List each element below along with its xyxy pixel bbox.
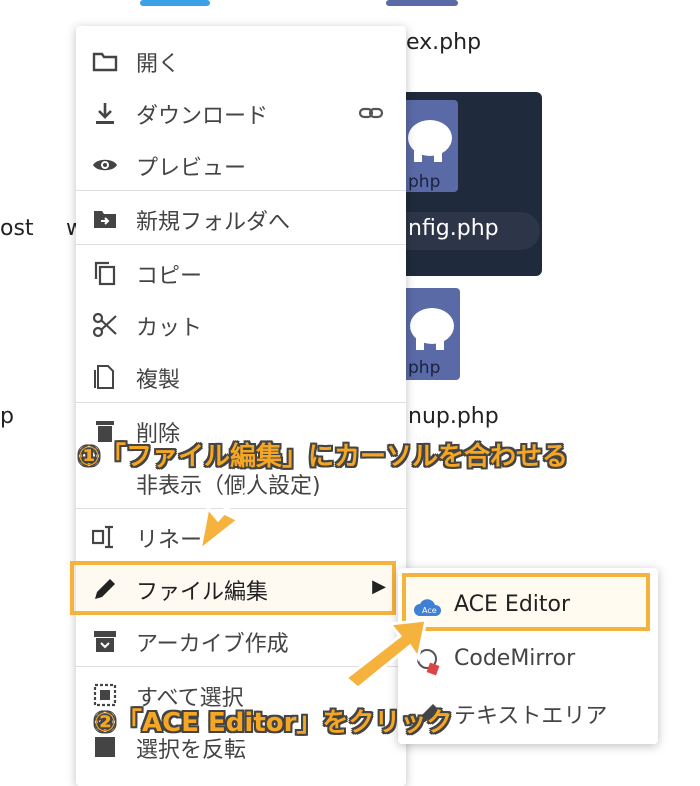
menu-item-duplicate[interactable]: 複製 <box>76 350 406 402</box>
file-thumbnail[interactable] <box>140 0 210 6</box>
archive-icon <box>92 628 118 654</box>
file-name[interactable]: nup.php <box>408 404 499 429</box>
menu-item-label: ファイル編集 <box>136 580 269 605</box>
menu-item-cut[interactable]: カット <box>76 298 406 350</box>
menu-item-label: 開く <box>136 52 181 77</box>
menu-item-label: 複製 <box>136 368 181 393</box>
menu-item-label: アーカイブ作成 <box>136 632 289 657</box>
file-name[interactable]: ost <box>0 216 34 241</box>
annotation-step-1: ①「ファイル編集」にカーソルを合わせる <box>78 442 569 472</box>
annotation-arrow-2 <box>343 618 428 690</box>
duplicate-icon <box>92 364 118 390</box>
file-ext-label: php <box>408 358 441 378</box>
file-ext-label: php <box>408 172 441 192</box>
annotation-step-2: ②「ACE Editor」をクリック <box>94 708 453 738</box>
menu-item-label: プレビュー <box>136 156 247 181</box>
menu-item-label: ダウンロード <box>136 104 269 129</box>
submenu-item-label: CodeMirror <box>454 646 576 671</box>
folder-move-icon <box>92 206 118 232</box>
menu-item-preview[interactable]: プレビュー <box>76 138 406 190</box>
eye-icon <box>92 152 118 178</box>
file-name[interactable]: ex.php <box>406 30 481 55</box>
menu-item-download[interactable]: ダウンロード <box>76 86 406 138</box>
annotation-arrow-1 <box>197 476 258 554</box>
menu-item-move-to-new-folder[interactable]: 新規フォルダへ <box>76 192 406 244</box>
link-icon[interactable] <box>358 100 384 126</box>
menu-divider <box>76 190 406 191</box>
submenu-item-ace-editor[interactable]: Ace ACE Editor <box>404 580 654 632</box>
download-icon <box>92 100 118 126</box>
submenu-arrow-icon: ▶ <box>372 576 386 597</box>
scissors-icon <box>92 312 118 338</box>
rename-icon <box>92 524 118 550</box>
menu-item-open[interactable]: 開く <box>76 34 406 86</box>
submenu-item-label: ACE Editor <box>454 592 571 617</box>
submenu-item-codemirror[interactable]: CodeMirror <box>404 634 654 686</box>
menu-item-label: コピー <box>136 264 203 289</box>
menu-item-file-edit[interactable]: ファイル編集 ▶ <box>76 562 406 614</box>
menu-item-copy[interactable]: コピー <box>76 246 406 298</box>
copy-icon <box>92 260 118 286</box>
menu-item-label: カット <box>136 316 203 341</box>
submenu-item-label: テキストエリア <box>454 704 608 729</box>
pencil-icon <box>92 576 118 602</box>
menu-item-label: 新規フォルダへ <box>136 210 291 235</box>
folder-icon <box>92 48 118 74</box>
file-name[interactable]: nfig.php <box>408 216 499 241</box>
menu-divider <box>76 402 406 403</box>
menu-divider <box>76 244 406 245</box>
file-name[interactable]: p <box>0 404 14 429</box>
file-thumbnail[interactable] <box>386 0 458 6</box>
